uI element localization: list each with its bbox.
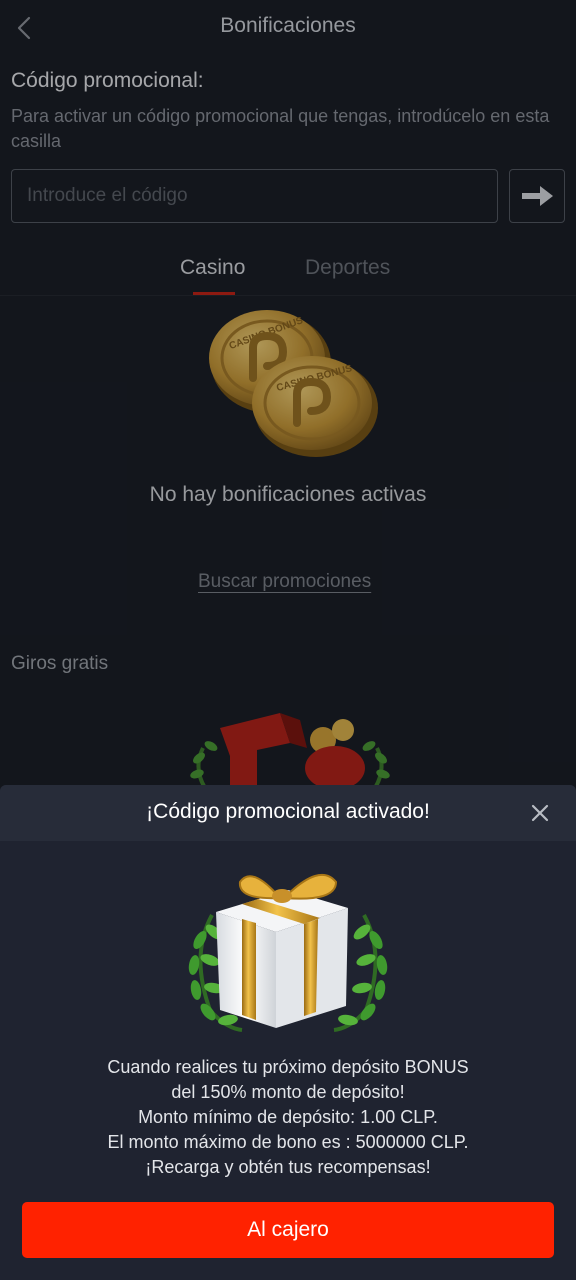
- sheet-title: ¡Código promocional activado!: [146, 800, 430, 823]
- promo-message: Cuando realices tu próximo depósito BONU…: [0, 1055, 576, 1180]
- message-line: Monto mínimo de depósito: 1.00 CLP.: [138, 1107, 438, 1127]
- close-icon: [531, 804, 549, 822]
- promo-activated-sheet: ¡Código promocional activado! Cuando rea…: [0, 785, 576, 1280]
- message-line: del 150% monto de depósito!: [171, 1082, 405, 1102]
- message-line: ¡Recarga y obtén tus recompensas!: [145, 1157, 431, 1177]
- go-to-cashier-button[interactable]: Al cajero: [22, 1202, 554, 1258]
- sheet-header: ¡Código promocional activado!: [0, 785, 576, 841]
- message-line: El monto máximo de bono es : 5000000 CLP…: [107, 1132, 469, 1152]
- close-button[interactable]: [524, 797, 556, 829]
- message-line: Cuando realices tu próximo depósito BONU…: [107, 1057, 469, 1077]
- gift-icon: [188, 873, 388, 1032]
- bonuses-page: Bonificaciones Código promocional: Para …: [0, 0, 576, 1280]
